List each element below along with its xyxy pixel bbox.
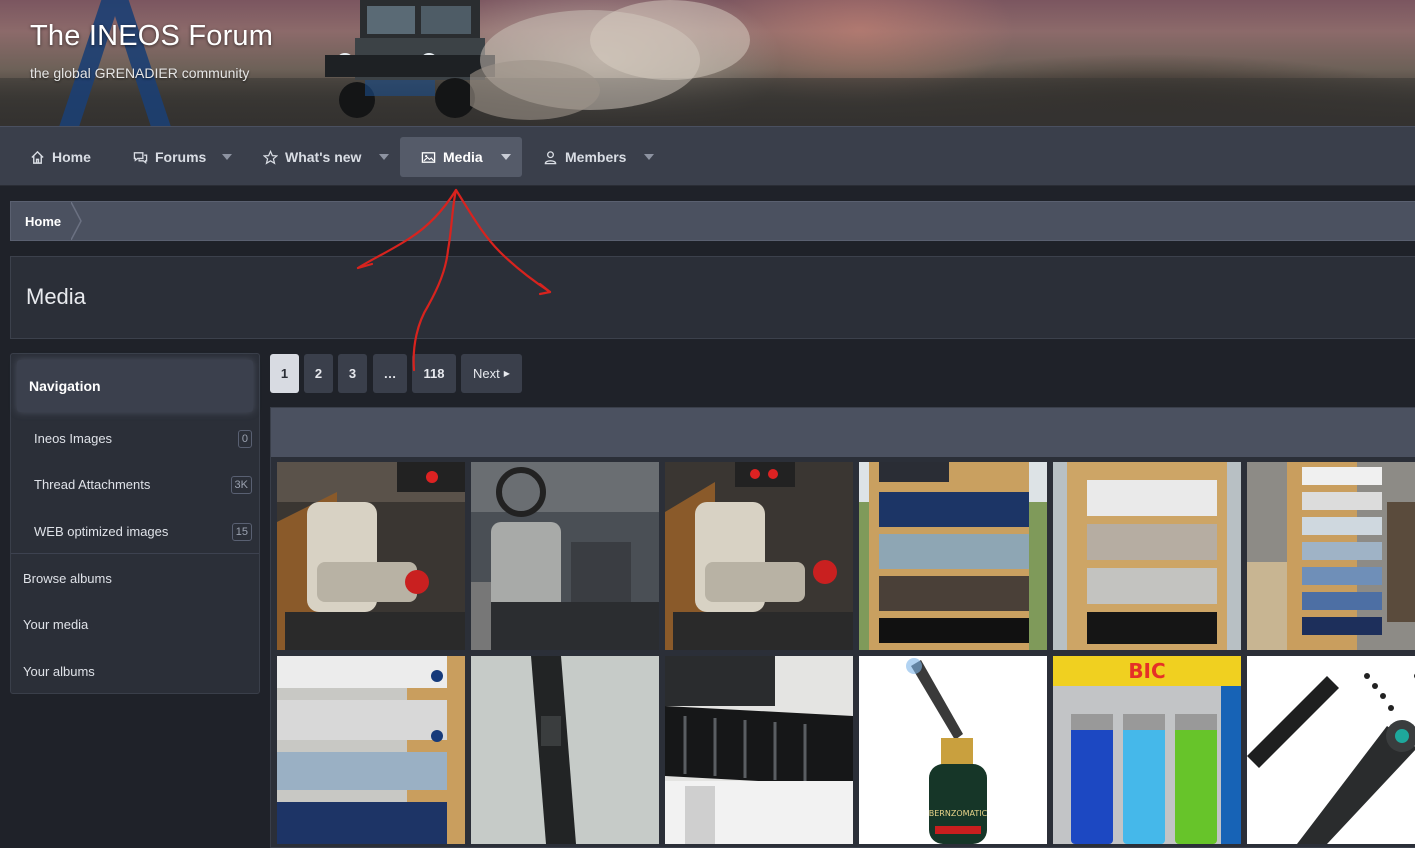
next-page-button[interactable]: Next ▶ [461, 354, 522, 393]
page-2-button[interactable]: 2 [304, 354, 333, 393]
car-interior-seat-photo [277, 462, 465, 650]
media-thumbnail-seat-3[interactable] [665, 462, 853, 650]
sidebar-navigation: Navigation Ineos Images 0 Thread Attachm… [10, 353, 260, 694]
ineos-logo-icon [59, 0, 171, 126]
nav-media-label: Media [443, 149, 483, 165]
star-icon [263, 149, 278, 165]
sidebar-item-label: Your albums [23, 663, 95, 679]
color-swatch-panels-photo [277, 656, 465, 844]
media-thumbnail-swatch-4[interactable] [277, 656, 465, 844]
breadcrumb-home[interactable]: Home [11, 202, 75, 240]
sidebar-item-your-albums[interactable]: Your albums [11, 649, 259, 693]
chevron-down-icon [644, 154, 654, 160]
chevron-down-icon [379, 154, 389, 160]
page-1-button[interactable]: 1 [270, 354, 299, 393]
nav-members-menu-toggle[interactable] [638, 137, 660, 177]
media-thumbnail-swatch-1[interactable] [859, 462, 1047, 650]
torch-brand-text: BERNZOMATIC [929, 809, 988, 818]
sidebar-divider [11, 553, 259, 554]
media-thumbnail-swatch-3[interactable] [1247, 462, 1415, 650]
media-thumbnail-swatch-2[interactable] [1053, 462, 1241, 650]
nav-forums-menu-toggle[interactable] [216, 137, 238, 177]
home-icon [31, 150, 44, 164]
sidebar-item-label: Ineos Images [34, 430, 113, 446]
nav-whats-new[interactable]: What's new [251, 137, 373, 177]
nav-forums[interactable]: Forums [121, 137, 218, 177]
nav-media-menu-toggle[interactable] [495, 137, 517, 177]
sidebar-item-label: WEB optimized images [34, 523, 169, 539]
page-3-button[interactable]: 3 [338, 354, 367, 393]
media-thumbnail-seat-2[interactable] [471, 462, 659, 650]
car-interior-dashboard-photo [471, 462, 659, 650]
sidebar-heading: Navigation [17, 360, 253, 412]
header-banner: The INEOS Forum the global GRENADIER com… [0, 0, 1415, 126]
sidebar-item-count: 3K [230, 476, 252, 494]
media-grid-panel: BERNZOMATIC BIC [270, 407, 1415, 848]
ferro-rod-fire-starter-photo [1247, 656, 1415, 844]
sidebar-item-ineos-images[interactable]: Ineos Images 0 [11, 416, 259, 460]
bic-logo-text: BIC [1128, 659, 1165, 683]
page-118-button[interactable]: 118 [412, 354, 456, 393]
media-thumbnail-roof-rack[interactable] [665, 656, 853, 844]
chevron-down-icon [501, 154, 511, 160]
site-title[interactable]: The INEOS Forum [30, 20, 273, 53]
nav-members[interactable]: Members [531, 137, 638, 177]
sidebar-item-browse-albums[interactable]: Browse albums [11, 556, 259, 600]
media-thumbnail-seat-1[interactable] [277, 462, 465, 650]
breadcrumb-separator-icon [71, 202, 82, 240]
bic-lighters-pack-photo: BIC [1053, 656, 1241, 844]
page-title: Media [26, 284, 86, 309]
sidebar-item-thread-attachments[interactable]: Thread Attachments 3K [11, 462, 259, 506]
site-tagline: the global GRENADIER community [30, 65, 250, 81]
media-thumbnail-lighters[interactable]: BIC [1053, 656, 1241, 844]
dust-cloud-icon [470, 0, 750, 120]
sidebar-item-count: 15 [231, 523, 252, 541]
tactical-pen-photo [471, 656, 659, 844]
image-icon [421, 151, 436, 163]
nav-home[interactable]: Home [18, 137, 103, 177]
color-swatch-board-photo [1053, 462, 1241, 650]
nav-whats-new-menu-toggle[interactable] [373, 137, 395, 177]
main-nav: Home Forums What's new Media Members [0, 126, 1415, 186]
user-icon [544, 150, 557, 164]
sidebar-item-your-media[interactable]: Your media [11, 602, 259, 646]
media-thumbnail-fire-starter[interactable] [1247, 656, 1415, 844]
roof-rack-photo [665, 656, 853, 844]
nav-home-label: Home [52, 149, 91, 165]
color-swatch-board-photo [859, 462, 1047, 650]
next-page-label: Next [473, 366, 500, 381]
page-jump-button[interactable]: … [373, 354, 407, 393]
caret-right-icon: ▶ [503, 369, 510, 378]
sidebar-item-web-optimized-images[interactable]: WEB optimized images 15 [11, 509, 259, 553]
sidebar-item-label: Your media [23, 616, 89, 632]
chevron-down-icon [222, 154, 232, 160]
nav-forums-label: Forums [155, 149, 207, 165]
media-grid-header [271, 408, 1415, 457]
car-interior-seat-photo [665, 462, 853, 650]
butane-torch-photo: BERNZOMATIC [859, 656, 1047, 844]
media-thumbnail-pen[interactable] [471, 656, 659, 844]
sidebar-item-label: Thread Attachments [34, 476, 151, 492]
media-thumbnail-torch[interactable]: BERNZOMATIC [859, 656, 1047, 844]
sidebar-item-label: Browse albums [23, 570, 112, 586]
chat-bubbles-icon [133, 151, 148, 164]
nav-whats-new-label: What's new [285, 149, 362, 165]
page-header: Media [10, 256, 1415, 339]
nav-members-label: Members [565, 149, 627, 165]
color-swatch-rack-photo [1247, 462, 1415, 650]
breadcrumb: Home [10, 201, 1415, 241]
sidebar-item-count: 0 [237, 430, 252, 448]
